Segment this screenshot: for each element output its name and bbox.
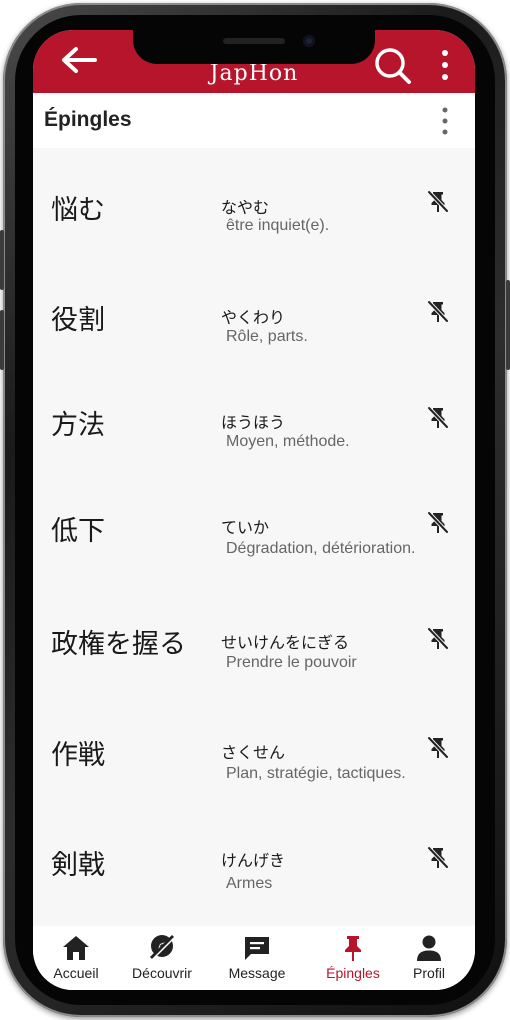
word-reading: やくわり [221,308,286,327]
word-kanji: 低下 [51,516,105,547]
volume-button [0,230,4,290]
nav-label: Découvrir [132,965,192,981]
word-meaning: Dégradation, détérioration. [226,540,416,557]
unpin-icon[interactable] [427,736,449,760]
word-meaning: Armes [226,875,273,892]
list-item[interactable]: 低下 ていか Dégradation, détérioration. [33,468,475,573]
front-camera [303,35,315,47]
phone-notch [133,30,375,64]
word-reading: さくせん [221,743,286,762]
unpin-icon[interactable] [427,846,449,870]
word-reading: ほうほう [221,413,286,432]
nav-label: Épingles [326,965,380,981]
list-item[interactable]: 役割 やくわり Rôle, parts. [33,258,475,363]
nav-label: Profil [413,965,445,981]
word-meaning: Plan, stratégie, tactiques. [226,765,406,782]
list-item[interactable]: 剣戟 けんげき Armes [33,803,475,908]
more-vert-icon[interactable] [435,104,455,138]
unpin-icon[interactable] [427,627,449,651]
home-icon [61,933,91,963]
speaker-grille [223,38,285,44]
explore-icon [147,933,177,963]
unpin-icon[interactable] [427,190,449,214]
page-title: Épingles [44,108,132,131]
word-reading: ていか [221,518,270,537]
nav-accueil[interactable]: Accueil [41,926,111,990]
nav-decouvrir[interactable]: Découvrir [121,926,203,990]
more-vert-icon[interactable] [435,48,455,82]
bottom-navigation: Accueil Découvrir Message Épingles Profi… [33,926,475,990]
nav-label: Message [228,965,286,981]
nav-profil[interactable]: Profil [401,926,457,990]
volume-button [0,310,4,370]
word-kanji: 方法 [51,410,105,441]
section-header: Épingles [33,93,475,148]
list-item[interactable]: 方法 ほうほう Moyen, méthode. [33,363,475,468]
pin-icon [338,933,368,963]
unpin-icon[interactable] [427,300,449,324]
word-meaning: Moyen, méthode. [226,433,350,450]
word-meaning: être inquiet(e). [226,217,330,234]
unpin-icon[interactable] [427,406,449,430]
word-kanji: 政権を握る [51,629,186,660]
person-icon [414,933,444,963]
nav-message[interactable]: Message [217,926,297,990]
word-meaning: Rôle, parts. [226,328,308,345]
list-item[interactable]: 政権を握る せいけんをにぎる Prendre le pouvoir [33,578,475,683]
power-button [506,280,510,370]
word-kanji: 作戦 [51,740,105,771]
list-item[interactable]: 作戦 さくせん Plan, stratégie, tactiques. [33,693,475,798]
nav-epingles[interactable]: Épingles [314,926,392,990]
app-screen: JapHon Épingles 悩む なやむ être inquiet(e). … [33,30,475,990]
unpin-icon[interactable] [427,511,449,535]
nav-label: Accueil [53,965,99,981]
word-reading: せいけんをにぎる [221,633,350,652]
word-kanji: 役割 [51,305,105,336]
search-icon[interactable] [373,46,413,86]
list-item[interactable]: 悩む なやむ être inquiet(e). [33,148,475,253]
word-reading: けんげき [221,851,286,870]
word-kanji: 悩む [51,195,105,226]
message-icon [242,933,272,963]
word-reading: なやむ [221,198,270,217]
word-meaning: Prendre le pouvoir [226,654,357,671]
word-kanji: 剣戟 [51,850,105,881]
